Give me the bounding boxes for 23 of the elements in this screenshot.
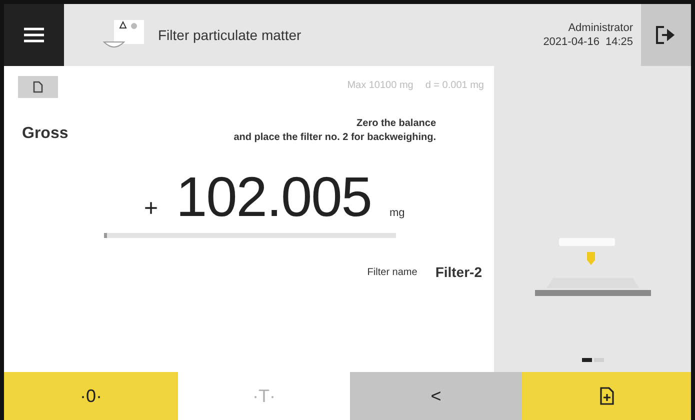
- unit-text: mg: [389, 207, 405, 219]
- max-capacity-text: Max 10100 mg: [347, 80, 414, 90]
- weight-value: 102.005: [176, 164, 372, 229]
- weighing-mode-label: Gross: [22, 125, 70, 143]
- date-text: 2021-04-16: [543, 36, 600, 48]
- field-value: Filter-2: [435, 264, 482, 280]
- zero-button[interactable]: ·0·: [4, 372, 178, 420]
- time-text: 14:25: [605, 36, 633, 48]
- field-label: Filter name: [367, 266, 418, 278]
- readability-text: d = 0.001 mg: [425, 80, 484, 90]
- add-document-icon: [598, 387, 614, 405]
- sign-text: +: [144, 195, 158, 223]
- menu-icon: [24, 27, 44, 43]
- menu-button[interactable]: [4, 4, 64, 66]
- logout-button[interactable]: [641, 4, 691, 66]
- user-name: Administrator: [568, 22, 633, 34]
- document-icon: [33, 81, 43, 93]
- document-button[interactable]: [18, 76, 58, 98]
- logout-icon: [655, 25, 677, 45]
- instruction-text: Zero the balance and place the filter no. 2 for backweighing.: [232, 117, 436, 145]
- page-indicator[interactable]: [582, 358, 592, 362]
- window-title: Filter particulate matter: [158, 27, 302, 43]
- back-button[interactable]: <: [350, 372, 522, 420]
